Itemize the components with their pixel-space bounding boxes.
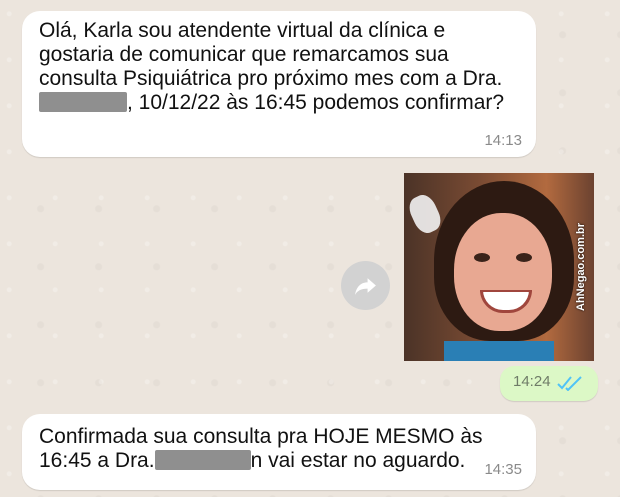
message-bubble-outgoing[interactable]: 14:24	[500, 366, 598, 401]
message-text: Olá, Karla sou atendente virtual da clín…	[39, 19, 509, 114]
message-timestamp: 14:24	[513, 373, 551, 390]
double-check-icon	[557, 376, 582, 391]
forward-button[interactable]	[341, 261, 390, 310]
message-timestamp: 14:13	[484, 132, 522, 149]
message-bubble-incoming-1[interactable]: Olá, Karla sou atendente virtual da clín…	[22, 11, 536, 157]
watermark: AhNegao.com.br	[575, 222, 587, 311]
smiling-face	[454, 213, 552, 331]
redacted-name	[154, 450, 251, 470]
sticker-image[interactable]: AhNegao.com.br	[404, 173, 594, 361]
forward-icon	[355, 278, 376, 295]
message-text: Confirmada sua consulta pra HOJE MESMO à…	[39, 425, 489, 472]
redacted-name	[39, 92, 127, 112]
message-bubble-incoming-2[interactable]: Confirmada sua consulta pra HOJE MESMO à…	[22, 414, 536, 490]
message-timestamp: 14:35	[484, 461, 522, 478]
